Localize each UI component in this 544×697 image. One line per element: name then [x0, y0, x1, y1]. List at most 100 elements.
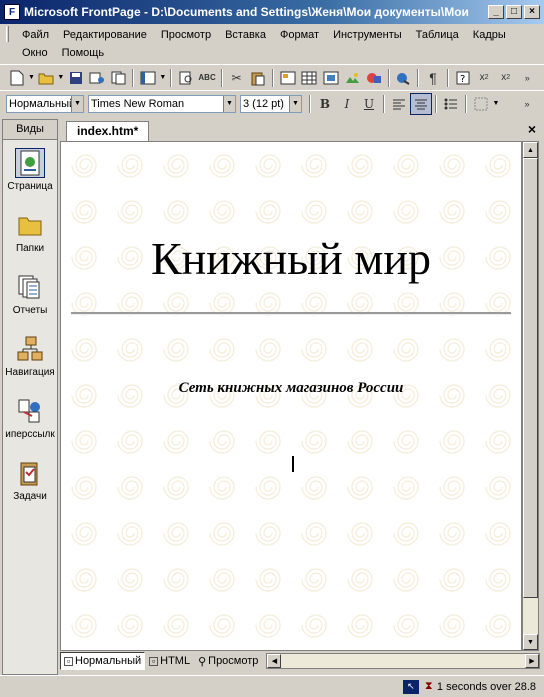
align-center-icon[interactable]: [410, 92, 432, 115]
close-window-button[interactable]: ×: [524, 5, 540, 19]
tab-index-htm[interactable]: index.htm*: [66, 121, 150, 141]
hyperlink-icon[interactable]: [393, 67, 415, 89]
folder-icon: [15, 210, 45, 240]
views-dropdown-arrow[interactable]: ▼: [159, 74, 167, 81]
menu-format[interactable]: Формат: [273, 26, 326, 44]
menu-bar: Файл Редактирование Просмотр Вставка Фор…: [0, 24, 544, 64]
menu-view[interactable]: Просмотр: [154, 26, 218, 44]
tab-normal-label: Нормальный: [75, 655, 142, 667]
view-hyperlinks[interactable]: иперссылк: [3, 388, 57, 450]
tab-preview[interactable]: ⚲ Просмотр: [194, 652, 262, 670]
view-page[interactable]: Страница: [3, 140, 57, 202]
page-view-tabs: ▫ Нормальный ▫ HTML ⚲ Просмотр ◀ ▶: [60, 651, 540, 671]
page-subtitle[interactable]: Сеть книжных магазинов России: [61, 380, 521, 397]
underline-button[interactable]: U: [358, 93, 380, 115]
chevron-down-icon[interactable]: ▼: [289, 95, 301, 112]
spelling-icon[interactable]: ABC: [196, 67, 218, 89]
new-page-icon[interactable]: [6, 67, 28, 89]
toolbar-separator: [169, 68, 172, 87]
toolbar-separator: [132, 68, 135, 87]
chevron-down-icon[interactable]: ▼: [223, 95, 235, 112]
open-folder-icon[interactable]: [35, 67, 57, 89]
menu-tools[interactable]: Инструменты: [326, 26, 409, 44]
tab-normal[interactable]: ▫ Нормальный: [60, 652, 146, 670]
tab-preview-label: Просмотр: [208, 655, 259, 667]
folder-list-icon[interactable]: [108, 67, 130, 89]
title-bar: F Microsoft FrontPage - D:\Documents and…: [0, 0, 544, 24]
toolbar-overflow-icon[interactable]: »: [516, 67, 538, 89]
size-select[interactable]: 3 (12 pt) ▼: [240, 94, 302, 113]
scroll-thumb[interactable]: [523, 158, 538, 598]
scroll-up-icon[interactable]: ▲: [523, 142, 538, 158]
menu-frames[interactable]: Кадры: [466, 26, 513, 44]
font-select[interactable]: Times New Roman ▼: [88, 94, 236, 113]
menu-help[interactable]: Помощь: [55, 44, 112, 62]
cut-icon[interactable]: ✂: [226, 67, 248, 89]
chevron-down-icon[interactable]: ▼: [71, 95, 83, 112]
insert-drawing-icon[interactable]: [363, 67, 385, 89]
view-label: иперссылк: [5, 429, 55, 440]
menu-table[interactable]: Таблица: [409, 26, 466, 44]
horizontal-scrollbar[interactable]: ◀ ▶: [266, 653, 540, 669]
page-heading[interactable]: Книжный мир: [61, 232, 521, 285]
tab-html-label: HTML: [160, 655, 191, 667]
page-canvas[interactable]: Книжный мир Сеть книжных магазинов Росси…: [61, 142, 521, 650]
toolbar-overflow-icon[interactable]: »: [516, 93, 538, 115]
borders-dropdown-arrow[interactable]: ▼: [492, 100, 500, 107]
menu-file[interactable]: Файл: [15, 26, 56, 44]
menu-insert[interactable]: Вставка: [218, 26, 273, 44]
style-value: Нормальный: [9, 97, 71, 110]
superscript-icon[interactable]: x2: [495, 67, 517, 89]
italic-button[interactable]: I: [336, 93, 358, 115]
views-toggle-icon[interactable]: [137, 67, 159, 89]
scroll-left-icon[interactable]: ◀: [267, 654, 282, 668]
style-select[interactable]: Нормальный ▼: [6, 94, 84, 113]
bullets-icon[interactable]: [440, 93, 462, 115]
insert-layer-icon[interactable]: [320, 67, 342, 89]
insert-component-icon[interactable]: [277, 67, 299, 89]
toolbar-separator: [465, 94, 467, 113]
close-document-icon[interactable]: ×: [528, 121, 536, 137]
save-icon[interactable]: [65, 67, 87, 89]
menu-edit[interactable]: Редактирование: [56, 26, 154, 44]
tab-html[interactable]: ▫ HTML: [145, 652, 194, 670]
new-dropdown-arrow[interactable]: ▼: [28, 74, 36, 81]
scroll-down-icon[interactable]: ▼: [523, 634, 538, 650]
scroll-right-icon[interactable]: ▶: [525, 654, 539, 668]
views-list: Страница Папки Отчеты Навигация иперссыл…: [3, 140, 57, 674]
toolbar-separator: [435, 94, 437, 113]
view-reports[interactable]: Отчеты: [3, 264, 57, 326]
menu-grip[interactable]: [6, 26, 9, 42]
borders-icon[interactable]: [470, 93, 492, 115]
align-left-icon[interactable]: [388, 93, 410, 115]
frontpage-app-icon[interactable]: F: [4, 4, 20, 20]
print-preview-icon[interactable]: [175, 67, 197, 89]
menu-window[interactable]: Окно: [15, 44, 55, 62]
insert-picture-icon[interactable]: [342, 67, 364, 89]
document-editor[interactable]: Книжный мир Сеть книжных магазинов Росси…: [60, 141, 522, 651]
status-bar: ↖ ⧗ 1 seconds over 28.8: [0, 675, 544, 697]
document-tabs: index.htm* ×: [60, 119, 542, 141]
vertical-scrollbar[interactable]: ▲ ▼: [522, 141, 539, 651]
view-label: Папки: [15, 243, 45, 254]
view-label: Навигация: [5, 367, 55, 378]
view-folders[interactable]: Папки: [3, 202, 57, 264]
paste-icon[interactable]: [247, 67, 269, 89]
horizontal-rule[interactable]: [71, 312, 511, 315]
minimize-button[interactable]: _: [488, 5, 504, 19]
format-toolbar: Нормальный ▼ Times New Roman ▼ 3 (12 pt)…: [0, 90, 544, 116]
bold-button[interactable]: B: [314, 93, 336, 115]
normal-view-icon: ▫: [64, 656, 73, 666]
view-label: Задачи: [13, 491, 47, 502]
insert-table-icon[interactable]: [299, 67, 321, 89]
maximize-button[interactable]: □: [506, 5, 522, 19]
publish-icon[interactable]: [86, 67, 108, 89]
open-dropdown-arrow[interactable]: ▼: [57, 74, 65, 81]
subscript-icon[interactable]: x2: [473, 67, 495, 89]
view-tasks[interactable]: Задачи: [3, 450, 57, 512]
help-icon[interactable]: ?: [452, 67, 474, 89]
show-all-icon[interactable]: ¶: [422, 67, 444, 89]
font-value: Times New Roman: [91, 97, 185, 110]
view-navigation[interactable]: Навигация: [3, 326, 57, 388]
standard-toolbar: ▼ ▼ ▼ ABC ✂ ¶ ? x 2 x 2 »: [0, 64, 544, 90]
